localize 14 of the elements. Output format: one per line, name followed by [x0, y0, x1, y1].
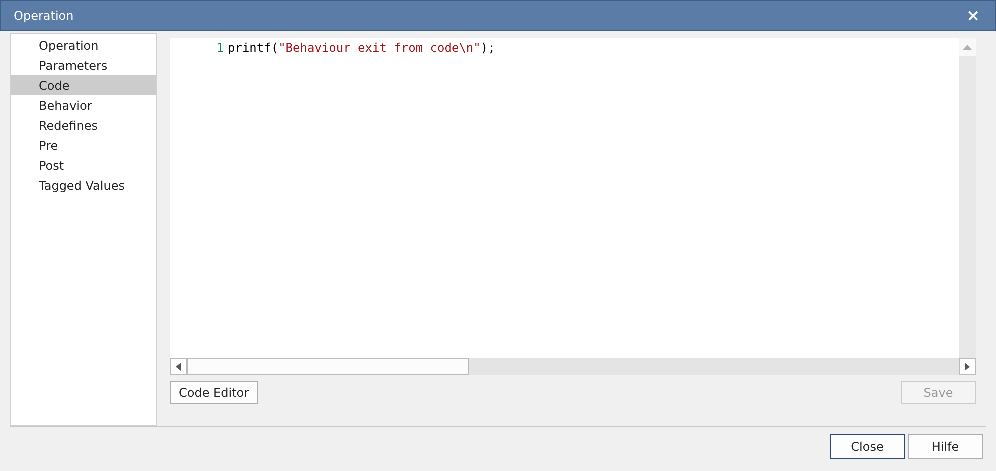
vertical-scrollbar[interactable] [959, 38, 976, 358]
scroll-right-icon[interactable] [965, 362, 970, 370]
scroll-up-icon[interactable] [963, 44, 972, 50]
help-button[interactable]: Hilfe [908, 434, 983, 459]
line-number: 1 [216, 40, 225, 57]
scrollbar-thumb[interactable] [187, 358, 469, 375]
sidebar-item[interactable]: Code [11, 75, 156, 95]
window-title: Operation [14, 8, 74, 24]
close-button[interactable]: × [964, 8, 982, 24]
scroll-left-icon[interactable] [176, 362, 181, 370]
code-editor-button[interactable]: Code Editor [170, 381, 258, 404]
code-line: printf("Behaviour exit from code\n"); [228, 40, 496, 57]
horizontal-scrollbar[interactable] [170, 358, 976, 375]
close-button[interactable]: Close [830, 434, 905, 459]
